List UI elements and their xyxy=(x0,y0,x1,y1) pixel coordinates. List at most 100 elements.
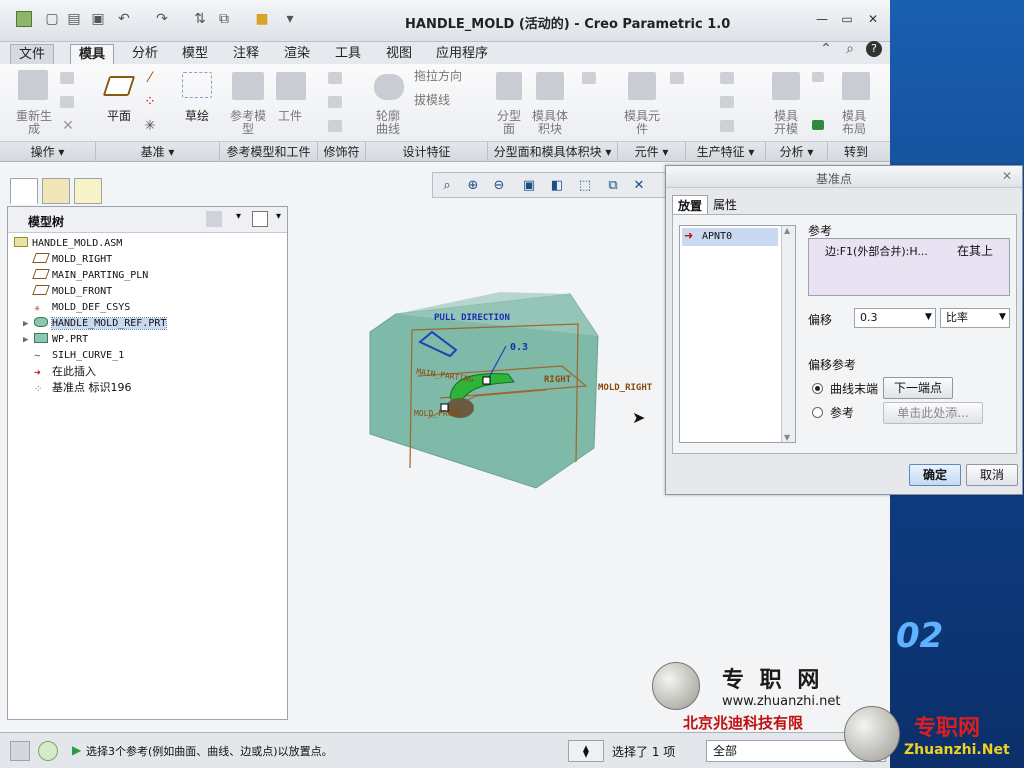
datum-point-handle[interactable] xyxy=(482,376,491,385)
tree-item-datum-point[interactable]: ⁘ 基准点 标识196 xyxy=(34,380,132,396)
mold-component-button[interactable]: 模具元 件 xyxy=(620,110,664,136)
modifier-2-icon[interactable] xyxy=(328,96,342,108)
tab-model[interactable]: 模型 xyxy=(174,44,216,64)
tree-item-main-parting[interactable]: MAIN_PARTING_PLN xyxy=(32,268,148,284)
workpiece-button[interactable]: 工件 xyxy=(272,110,308,123)
windows-icon[interactable]: ⧉ xyxy=(216,11,232,27)
draft-direction-button[interactable]: 拖拉方向 xyxy=(414,70,486,83)
modifier-3-icon[interactable] xyxy=(328,120,342,132)
radio-curve-end-label[interactable]: 曲线末端 xyxy=(830,380,878,397)
point-icon[interactable]: ⁘ xyxy=(142,94,158,110)
mold-layout-button[interactable]: 模具 布局 xyxy=(836,110,872,136)
graphics-viewport[interactable]: PULL DIRECTION 0.3 MOLD_RIGHT RIGHT MAIN… xyxy=(300,200,664,510)
group-datum[interactable]: 基准 ▾ xyxy=(96,142,220,162)
tree-item-assembly[interactable]: HANDLE_MOLD.ASM xyxy=(14,236,122,252)
production-2-icon[interactable] xyxy=(720,96,734,108)
offset-input[interactable]: 0.3 xyxy=(854,308,936,328)
click-add-button[interactable]: 单击此处添... xyxy=(883,402,983,424)
tree-item-def-csys[interactable]: ✳ MOLD_DEF_CSYS xyxy=(34,300,130,316)
radio-reference-label[interactable]: 参考 xyxy=(830,404,854,421)
parting-surface-button[interactable]: 分型 面 xyxy=(492,110,526,136)
close-button[interactable]: ✕ xyxy=(864,11,882,27)
csys-icon[interactable]: ✳ xyxy=(142,118,158,134)
tree-columns-dropdown-icon[interactable]: ▾ xyxy=(276,211,281,222)
production-3-icon[interactable] xyxy=(720,120,734,132)
selected-count[interactable]: 选择了 1 项 xyxy=(612,743,675,760)
ok-button[interactable]: 确定 xyxy=(909,464,961,486)
minimize-button[interactable]: — xyxy=(813,11,831,27)
selection-filter-icon[interactable]: ⧫ xyxy=(568,740,604,762)
reference-constraint[interactable]: 在其上 xyxy=(957,242,993,259)
sketch-button[interactable]: 草绘 xyxy=(180,110,214,123)
folder-browser-tab-icon[interactable] xyxy=(42,178,70,204)
tab-view[interactable]: 视图 xyxy=(378,44,420,64)
zoom-in-icon[interactable]: ⊕ xyxy=(463,176,483,195)
tree-item-silh-curve[interactable]: ∼ SILH_CURVE_1 xyxy=(34,348,124,364)
undo-icon[interactable]: ↶ xyxy=(116,11,132,27)
analysis-1-icon[interactable] xyxy=(812,72,824,82)
analysis-2-icon[interactable] xyxy=(812,120,824,130)
list-item-apnt0[interactable]: ➜ APNT0 xyxy=(682,228,778,246)
tree-settings-dropdown-icon[interactable]: ▾ xyxy=(236,211,241,222)
tab-properties[interactable]: 属性 xyxy=(708,195,742,215)
tree-item-mold-right[interactable]: MOLD_RIGHT xyxy=(32,252,112,268)
delete-icon[interactable]: ✕ xyxy=(60,118,76,134)
regenerate-small-icon[interactable]: ⇅ xyxy=(192,11,208,27)
display-style-icon[interactable]: ◧ xyxy=(547,176,567,195)
tree-item-wp-part[interactable]: ▶ WP.PRT xyxy=(23,332,88,348)
view-manager-icon[interactable]: ⧉ xyxy=(603,176,623,195)
group-goto[interactable]: 转到 xyxy=(828,142,884,162)
draft-line-button[interactable]: 拔模线 xyxy=(414,94,486,107)
radio-curve-end[interactable] xyxy=(812,383,823,394)
split-icon[interactable] xyxy=(582,72,596,84)
tab-analysis[interactable]: 分析 xyxy=(124,44,166,64)
expand-icon[interactable]: ▶ xyxy=(23,332,28,348)
save-icon[interactable]: ▣ xyxy=(90,11,106,27)
maximize-button[interactable]: ▭ xyxy=(838,11,856,27)
model-tree-tab-icon[interactable] xyxy=(10,178,38,204)
group-operations[interactable]: 操作 ▾ xyxy=(0,142,96,162)
tab-mold[interactable]: 模具 xyxy=(70,44,115,64)
tree-columns-icon[interactable] xyxy=(252,211,268,227)
cancel-button[interactable]: 取消 xyxy=(966,464,1018,486)
group-analysis[interactable]: 分析 ▾ xyxy=(766,142,828,162)
next-endpoint-button[interactable]: 下一端点 xyxy=(883,377,953,399)
tab-annotate[interactable]: 注释 xyxy=(225,44,267,64)
ref-model-button[interactable]: 参考模 型 xyxy=(226,110,270,136)
modifier-1-icon[interactable] xyxy=(328,72,342,84)
group-production[interactable]: 生产特征 ▾ xyxy=(686,142,766,162)
datum-display-icon[interactable]: ✕ xyxy=(629,176,649,195)
browser-icon[interactable] xyxy=(38,741,58,761)
plane-button[interactable]: 平面 xyxy=(104,110,134,123)
tab-render[interactable]: 渲染 xyxy=(276,44,318,64)
tab-file[interactable]: 文件 xyxy=(10,44,55,64)
show-navigator-icon[interactable] xyxy=(10,741,30,761)
expand-icon[interactable]: ▶ xyxy=(23,316,28,332)
new-file-icon[interactable]: ▢ xyxy=(44,11,60,27)
group-components[interactable]: 元件 ▾ xyxy=(618,142,686,162)
regenerate-button[interactable]: 重新生 成 xyxy=(14,110,54,136)
paste-icon[interactable] xyxy=(60,96,74,108)
mold-volume-button[interactable]: 模具体 积块 xyxy=(528,110,572,136)
silhouette-curve-button[interactable]: 轮廓 曲线 xyxy=(370,110,406,136)
production-1-icon[interactable] xyxy=(720,72,734,84)
radio-reference[interactable] xyxy=(812,407,823,418)
axis-icon[interactable]: ⁄ xyxy=(142,70,158,86)
refit-icon[interactable]: ⌕ xyxy=(437,176,457,195)
tree-item-insert-here[interactable]: ➜ 在此插入 xyxy=(34,364,96,380)
tab-applications[interactable]: 应用程序 xyxy=(428,44,496,64)
tree-item-ref-part[interactable]: ▶ HANDLE_MOLD_REF.PRT xyxy=(23,316,168,332)
component-tool-icon[interactable] xyxy=(670,72,684,84)
dialog-close-icon[interactable]: ✕ xyxy=(1002,169,1012,183)
zoom-out-icon[interactable]: ⊖ xyxy=(489,176,509,195)
customize-toolbar-icon[interactable]: ▾ xyxy=(282,11,298,27)
tab-placement[interactable]: 放置 xyxy=(672,195,709,215)
search-icon[interactable]: ⌕ xyxy=(842,41,858,57)
repaint-icon[interactable]: ▣ xyxy=(519,176,539,195)
offset-dropdown-icon[interactable]: ▼ xyxy=(925,312,932,322)
list-scrollbar[interactable]: ▲ ▼ xyxy=(781,226,795,442)
minimize-ribbon-icon[interactable]: ⌃ xyxy=(818,41,834,57)
mold-open-button[interactable]: 模具 开模 xyxy=(768,110,804,136)
favorites-tab-icon[interactable] xyxy=(74,178,102,204)
redo-icon[interactable]: ↷ xyxy=(154,11,170,27)
